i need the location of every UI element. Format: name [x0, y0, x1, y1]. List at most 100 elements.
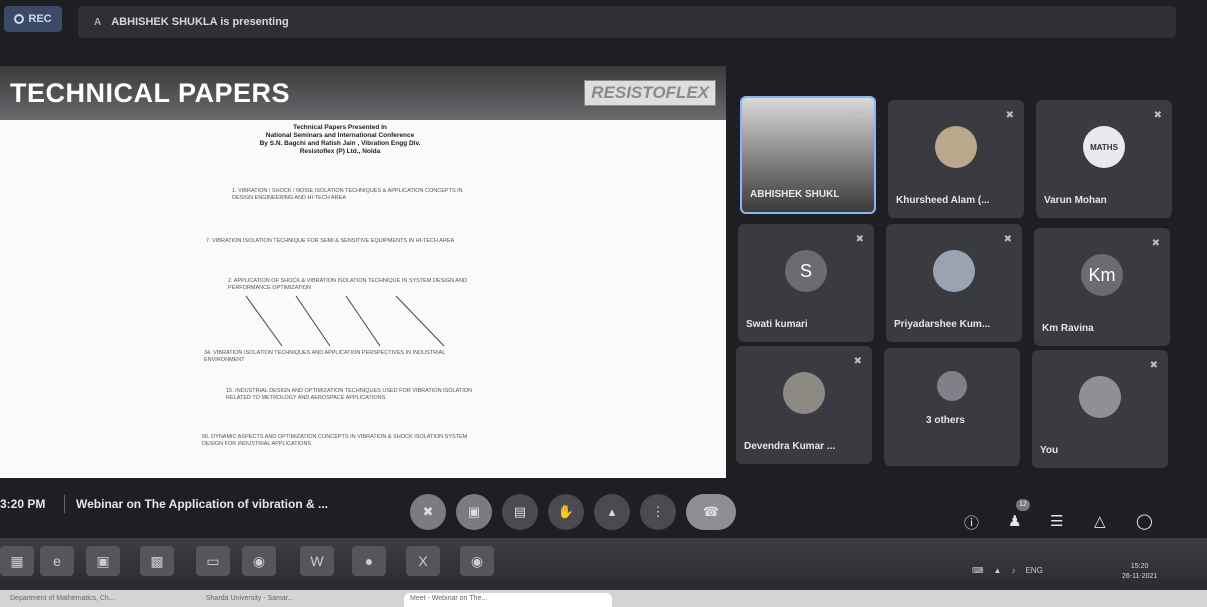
more-options-button[interactable]: ⋮: [640, 494, 676, 530]
slide-title: TECHNICAL PAPERS: [10, 77, 291, 108]
excel-icon[interactable]: X: [406, 546, 440, 576]
hang-up-icon: ☎: [702, 504, 720, 519]
rec-label: REC: [28, 13, 52, 25]
participant-tile[interactable]: ✖ MATHS Varun Mohan: [1036, 100, 1172, 218]
browser-icon[interactable]: ●: [352, 546, 386, 576]
file-explorer-icon[interactable]: ▣: [86, 546, 120, 576]
monitor-icon[interactable]: ▭: [196, 546, 230, 576]
participant-count-badge: 12: [1016, 499, 1030, 511]
meeting-details-icon[interactable]: ⓘ: [964, 512, 979, 533]
presenter-initial: A: [94, 16, 102, 28]
mic-off-icon: ✖: [1149, 360, 1158, 371]
mic-off-icon: ✖: [1151, 238, 1160, 249]
clock-date: 26-11-2021: [1122, 573, 1158, 580]
avatar: [783, 372, 825, 415]
participant-name: Khursheed Alam (...: [896, 195, 990, 206]
mic-off-icon: ✖: [422, 504, 434, 519]
activities-icon[interactable]: △: [1094, 512, 1106, 530]
camera-toggle-button[interactable]: ▣: [456, 494, 492, 530]
present-icon: ▴: [608, 504, 616, 519]
present-button[interactable]: ▴: [594, 494, 630, 530]
keyboard-icon[interactable]: ⌨: [972, 566, 984, 575]
mic-off-icon: ✖: [855, 234, 864, 245]
paper-item: 1. VIBRATION / SHOCK / NOISE ISOLATION T…: [232, 188, 463, 201]
leave-call-button[interactable]: ☎: [686, 494, 736, 530]
internet-explorer-icon[interactable]: e: [40, 546, 74, 576]
captions-button[interactable]: ▤: [502, 494, 538, 530]
mic-off-icon: ✖: [1003, 234, 1012, 245]
avatar: [1079, 376, 1121, 419]
heading-line: Technical Papers Presented In: [293, 124, 387, 131]
participant-name: Swati kumari: [746, 319, 808, 330]
slide-logo: RESISTOFLEX: [584, 80, 716, 106]
hand-icon: ✋: [557, 504, 575, 519]
participant-tile-self[interactable]: ✖ You: [1032, 350, 1168, 468]
mic-off-icon: ✖: [1153, 110, 1162, 121]
more-dots-icon[interactable]: •••: [853, 108, 864, 119]
avatar: S: [785, 250, 827, 293]
firefox-icon[interactable]: ◉: [242, 546, 276, 576]
participant-tile[interactable]: ✖ Devendra Kumar ...: [736, 346, 872, 464]
slide-header: TECHNICAL PAPERS RESISTOFLEX: [0, 66, 726, 120]
paper-item: 56. DYNAMIC ASPECTS AND OPTIMIZATION CON…: [202, 434, 468, 447]
system-tray: ⌨ ▲ ♪ ENG: [972, 566, 1043, 575]
clock-time: 15:20: [1130, 563, 1149, 570]
paper-item: 2. APPLICATION OF SHOCK & VIBRATION ISOL…: [228, 278, 467, 291]
avatar: [935, 126, 977, 169]
mic-off-icon: ✖: [853, 356, 862, 367]
participant-name: Km Ravina: [1042, 323, 1094, 334]
record-icon: [14, 14, 25, 24]
participant-tile[interactable]: ✖ Khursheed Alam (...: [888, 100, 1024, 218]
meet-window: REC A ABHISHEK SHUKLA is presenting TECH…: [0, 0, 1207, 548]
presentation-slide: TECHNICAL PAPERS RESISTOFLEX Technical P…: [0, 66, 726, 478]
mic-toggle-button[interactable]: ✖: [410, 494, 446, 530]
windows-start-icon[interactable]: ▦: [0, 546, 34, 576]
participant-name: Varun Mohan: [1044, 195, 1107, 206]
presenting-banner: A ABHISHEK SHUKLA is presenting: [78, 6, 1176, 38]
presenting-text: ABHISHEK SHUKLA is presenting: [111, 16, 289, 28]
volume-icon[interactable]: ♪: [1011, 566, 1015, 575]
browser-tab[interactable]: Department of Mathematics, Ch...: [4, 593, 192, 607]
chat-icon[interactable]: ☰: [1050, 512, 1063, 530]
raise-hand-button[interactable]: ✋: [548, 494, 584, 530]
paper-item: 15. INDUSTRIAL DESIGN AND OPTIMIZATION T…: [226, 388, 473, 401]
system-clock[interactable]: 15:20 26-11-2021: [1122, 562, 1157, 582]
heading-line: By S.N. Bagchi and Ratish Jain , Vibrati…: [259, 140, 421, 147]
network-icon[interactable]: ▲: [994, 566, 1002, 575]
participant-name: Devendra Kumar ...: [744, 441, 836, 452]
participant-tile[interactable]: ✖ S Swati kumari: [738, 224, 874, 342]
language-indicator[interactable]: ENG: [1025, 566, 1042, 575]
browser-tab[interactable]: Sharda University - Samar...: [200, 593, 396, 607]
participant-name: You: [1040, 445, 1059, 456]
participant-tile-presenter[interactable]: ••• ABHISHEK SHUKL: [740, 96, 876, 214]
group-avatar-icon: [937, 370, 967, 401]
slide-heading: Technical Papers Presented In National S…: [225, 124, 455, 156]
connector-lines: [245, 295, 445, 347]
store-icon[interactable]: ▩: [140, 546, 174, 576]
word-icon[interactable]: W: [300, 546, 334, 576]
host-controls-icon[interactable]: ◯: [1136, 512, 1153, 530]
avatar: MATHS: [1083, 126, 1125, 169]
people-icon[interactable]: ♟: [1008, 512, 1021, 530]
participant-name: ABHISHEK SHUKL: [750, 189, 840, 200]
windows-taskbar: [0, 538, 1207, 590]
meeting-time: 3:20 PM: [0, 497, 46, 511]
participant-name: Priyadarshee Kum...: [894, 319, 991, 330]
recording-indicator: REC: [4, 6, 62, 32]
avatar: Km: [1081, 254, 1123, 297]
participant-tile[interactable]: ✖ Priyadarshee Kum...: [886, 224, 1022, 342]
participant-tile[interactable]: ✖ Km Km Ravina: [1034, 228, 1170, 346]
more-vert-icon: ⋮: [651, 504, 665, 519]
participant-name: 3 others: [926, 415, 965, 426]
avatar: [933, 250, 975, 293]
divider: [64, 495, 65, 513]
browser-tab-active[interactable]: Meet - Webinar on The...: [404, 593, 612, 607]
participant-tile-others[interactable]: 3 others: [884, 348, 1020, 466]
meeting-title: Webinar on The Application of vibration …: [76, 497, 329, 511]
camera-off-icon: ▣: [467, 504, 481, 519]
captions-icon: ▤: [513, 504, 527, 519]
heading-line: National Seminars and International Conf…: [265, 132, 415, 139]
paper-item: 34. VIBRATION ISOLATION TECHNIQUES AND A…: [204, 350, 446, 363]
chrome-icon[interactable]: ◉: [460, 546, 494, 576]
paper-item: 7. VIBRATION ISOLATION TECHNIQUE FOR SEM…: [206, 238, 455, 244]
